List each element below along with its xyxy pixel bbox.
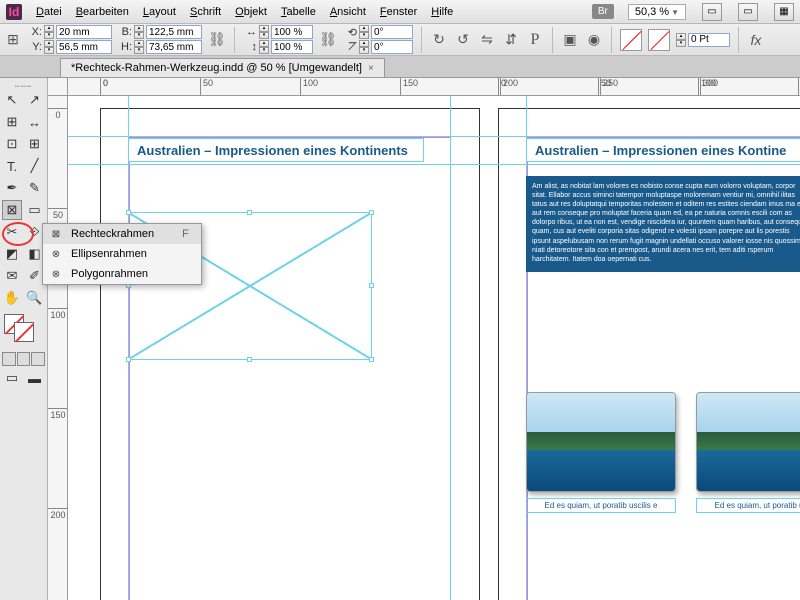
menu-help[interactable]: Hilfe <box>431 6 453 18</box>
view-mode-icon[interactable]: ▭ <box>702 3 722 21</box>
zoom-level[interactable]: 50,3 %▼ <box>628 4 686 20</box>
panel-grip[interactable]: ┅┅┅ <box>2 82 45 88</box>
scalex-input[interactable] <box>271 25 313 39</box>
fill-stroke-swap[interactable] <box>2 314 45 346</box>
tools-panel: ┅┅┅ ↖ ↗ ⊞ ↔ ⊡ ⊞ T. ╱ ✒ ✎ ⊠ ▭ ✂ ⟐ ◩ ◧ ✉ ✐… <box>0 78 48 600</box>
flyout-ellipse-frame[interactable]: ⊗Ellipsenrahmen <box>43 244 201 264</box>
menu-view[interactable]: Ansicht <box>330 6 366 18</box>
guide[interactable] <box>526 96 527 600</box>
image-frame-1[interactable] <box>526 392 676 492</box>
document-tab-bar: *Rechteck-Rahmen-Werkzeug.indd @ 50 % [U… <box>0 56 800 78</box>
horizontal-ruler[interactable]: 5000501001502002503003500501001502002503… <box>68 78 800 96</box>
type-tool[interactable]: T. <box>2 156 22 176</box>
zoom-tool[interactable]: 🔍 <box>25 288 45 308</box>
note-tool[interactable]: ✉ <box>2 266 22 286</box>
rectangle-tool[interactable]: ▭ <box>25 200 45 220</box>
pencil-tool[interactable]: ✎ <box>25 178 45 198</box>
rotate-cw-icon[interactable]: ↻ <box>430 27 448 53</box>
flip-h-icon[interactable]: ⇋ <box>478 27 496 53</box>
rotate-input[interactable] <box>371 25 413 39</box>
menu-type[interactable]: Schrift <box>190 6 221 18</box>
reference-point-icon[interactable]: ⊞ <box>4 27 22 53</box>
ruler-origin[interactable] <box>48 78 68 96</box>
rectangle-frame-tool[interactable]: ⊠ <box>2 200 22 220</box>
menu-layout[interactable]: Layout <box>143 6 176 18</box>
preview-view-icon[interactable]: ▬ <box>25 368 45 388</box>
gap-tool[interactable]: ↔ <box>25 112 45 132</box>
title-frame-left[interactable]: Australien – Impressionen eines Kontinen… <box>128 138 424 162</box>
menu-bar: Id Datei Bearbeiten Layout Schrift Objek… <box>0 0 800 24</box>
scissors-tool[interactable]: ✂ <box>2 222 22 242</box>
bridge-button[interactable]: Br <box>592 4 614 19</box>
direct-selection-tool[interactable]: ↗ <box>25 90 45 110</box>
select-content-icon[interactable]: ◉ <box>585 27 603 53</box>
frame-tool-flyout: ⊠RechteckrahmenF ⊗Ellipsenrahmen ⊗Polygo… <box>42 223 202 285</box>
menu-edit[interactable]: Bearbeiten <box>76 6 129 18</box>
caption-2[interactable]: Ed es quiam, ut poratib uscilis e <box>696 498 800 513</box>
menu-file[interactable]: Datei <box>36 6 62 18</box>
hand-tool[interactable]: ✋ <box>2 288 22 308</box>
guide[interactable] <box>68 136 800 137</box>
app-logo: Id <box>6 4 22 20</box>
menu-window[interactable]: Fenster <box>380 6 417 18</box>
scaley-input[interactable] <box>271 40 313 54</box>
shear-input[interactable] <box>371 40 413 54</box>
constrain-icon[interactable]: ⛓ <box>208 27 226 53</box>
polygon-frame-icon: ⊗ <box>49 267 63 281</box>
screen-mode-icon[interactable]: ▭ <box>738 3 758 21</box>
content-placer-tool[interactable]: ⊞ <box>25 134 45 154</box>
selection-tool[interactable]: ↖ <box>2 90 22 110</box>
margin-guide <box>129 137 451 600</box>
flyout-rectangle-frame[interactable]: ⊠RechteckrahmenF <box>43 224 201 244</box>
x-input[interactable] <box>56 25 112 39</box>
stroke-swatch[interactable] <box>648 29 670 51</box>
close-tab-icon[interactable]: × <box>368 63 374 74</box>
body-text-frame[interactable]: Am alist, as nobitat lam volores es nobi… <box>526 176 800 272</box>
p-icon[interactable]: P <box>526 27 544 53</box>
image-frame-2[interactable] <box>696 392 800 492</box>
rect-frame-icon: ⊠ <box>49 227 63 241</box>
fx-icon[interactable]: fx <box>747 27 765 53</box>
h-input[interactable] <box>146 40 202 54</box>
flip-v-icon[interactable]: ⇵ <box>502 27 520 53</box>
constrain2-icon[interactable]: ⛓ <box>319 27 337 53</box>
menu-object[interactable]: Objekt <box>235 6 267 18</box>
stroke-weight-input[interactable] <box>688 33 730 47</box>
pen-tool[interactable]: ✒ <box>2 178 22 198</box>
canvas[interactable]: Australien – Impressionen eines Kontinen… <box>68 96 800 600</box>
page-tool[interactable]: ⊞ <box>2 112 22 132</box>
select-container-icon[interactable]: ▣ <box>561 27 579 53</box>
caption-1[interactable]: Ed es quiam, ut poratib uscilis e <box>526 498 676 513</box>
fill-swatch[interactable] <box>620 29 642 51</box>
title-frame-right[interactable]: Australien – Impressionen eines Kontine <box>526 138 800 162</box>
vertical-ruler[interactable]: 050100150200 <box>48 96 68 600</box>
line-tool[interactable]: ╱ <box>25 156 45 176</box>
y-input[interactable] <box>56 40 112 54</box>
color-mode-switches[interactable] <box>2 352 45 366</box>
ellipse-frame-icon: ⊗ <box>49 247 63 261</box>
w-input[interactable] <box>146 25 202 39</box>
normal-view-icon[interactable]: ▭ <box>2 368 22 388</box>
menu-table[interactable]: Tabelle <box>281 6 316 18</box>
gradient-swatch-tool[interactable]: ◩ <box>2 244 22 264</box>
guide[interactable] <box>68 164 800 165</box>
arrange-icon[interactable]: ▦ <box>774 3 794 21</box>
flyout-polygon-frame[interactable]: ⊗Polygonrahmen <box>43 264 201 284</box>
document-tab[interactable]: *Rechteck-Rahmen-Werkzeug.indd @ 50 % [U… <box>60 58 385 77</box>
guide[interactable] <box>450 96 451 600</box>
control-panel: ⊞ X:▴▾ Y:▴▾ B:▴▾ H:▴▾ ⛓ ↔▴▾ ↕▴▾ ⛓ ⟲▴▾ ⦢▴… <box>0 24 800 56</box>
content-collector-tool[interactable]: ⊡ <box>2 134 22 154</box>
rotate-ccw-icon[interactable]: ↺ <box>454 27 472 53</box>
